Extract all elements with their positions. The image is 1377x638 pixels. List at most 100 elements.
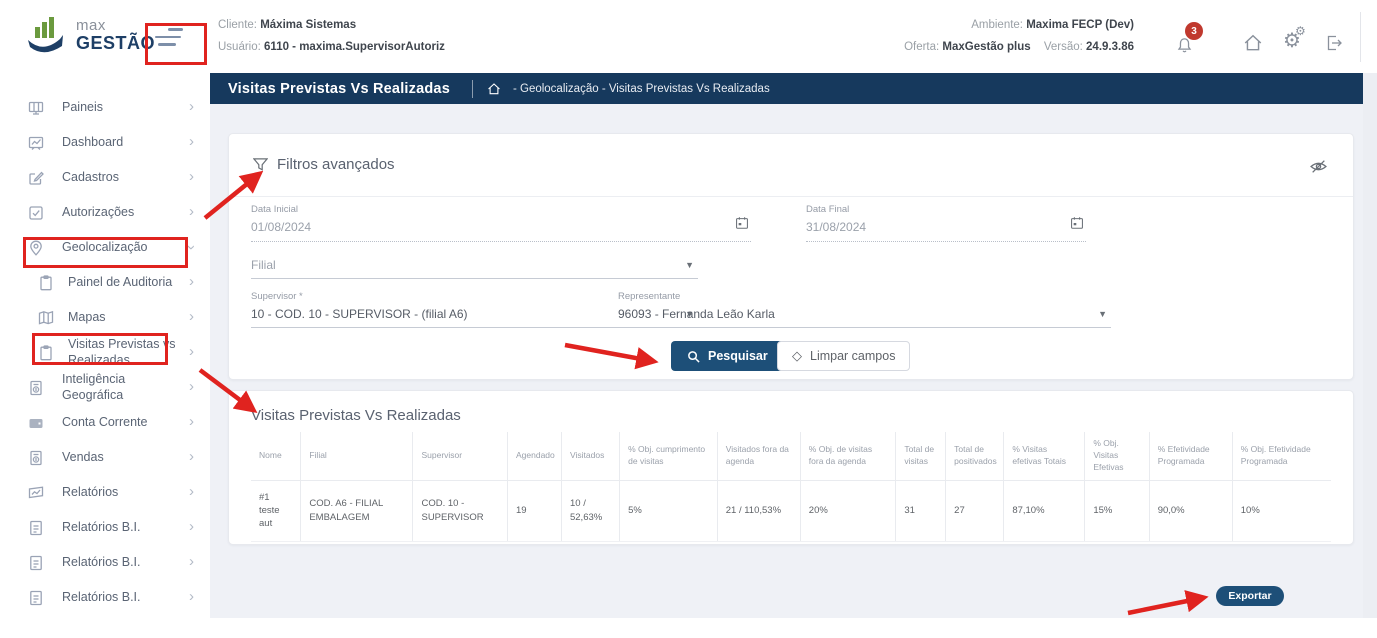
column-header: Filial [301, 432, 413, 480]
sidebar-item-label: Inteligência Geográfica [62, 372, 189, 403]
menu-toggle-button[interactable] [155, 28, 187, 46]
chevron-right-icon: › [189, 134, 194, 149]
versao-label: Versão: [1044, 41, 1083, 53]
ambiente-value: Maxima FECP (Dev) [1026, 19, 1134, 31]
chevron-right-icon: › [189, 589, 194, 604]
sidebar-item-mapas[interactable]: Mapas› [0, 300, 210, 335]
app-root: max GESTÃO Cliente: Máxima Sistemas Usuá… [0, 0, 1377, 638]
sidebar-item-relatorios-bi-1[interactable]: Relatórios B.I.› [0, 510, 210, 545]
settings-button[interactable]: ⚙⚙ [1283, 28, 1301, 53]
sidebar-item-label: Relatórios B.I. [62, 520, 189, 536]
chevron-right-icon: › [189, 204, 194, 219]
representante-value: 96093 - Fernanda Leão Karla [618, 307, 1111, 321]
eraser-icon: ◇ [792, 348, 802, 364]
sidebar-item-autorizacoes[interactable]: Autorizações› [0, 195, 210, 230]
table-cell: 21 / 110,53% [717, 480, 800, 541]
sidebar-item-label: Dashboard [62, 135, 189, 151]
data-final-label: Data Final [806, 204, 1086, 215]
eye-off-icon[interactable] [1310, 158, 1327, 175]
column-header: % Obj. Efetividade Programada [1232, 432, 1331, 480]
table-cell: 20% [800, 480, 896, 541]
limpar-campos-button[interactable]: ◇ Limpar campos [777, 341, 910, 371]
pesquisar-button[interactable]: Pesquisar [671, 341, 784, 371]
representante-select[interactable]: Representante 96093 - Fernanda Leão Karl… [618, 291, 1111, 328]
scrollbar-track[interactable] [1363, 73, 1377, 618]
sidebar-item-geolocalizacao[interactable]: Geolocalização› [0, 230, 210, 265]
column-header: % Visitas efetivas Totais [1004, 432, 1085, 480]
sidebar-item-label: Conta Corrente [62, 415, 189, 431]
sidebar-item-dashboard[interactable]: Dashboard› [0, 125, 210, 160]
sidebar-item-cadastros[interactable]: Cadastros› [0, 160, 210, 195]
clip-icon [38, 275, 54, 291]
column-header: Total de visitas [896, 432, 946, 480]
filial-select[interactable]: Filial ▼ [251, 258, 698, 279]
filters-title: Filtros avançados [277, 156, 395, 173]
sidebar-item-label: Relatórios [62, 485, 189, 501]
clip-icon [38, 345, 54, 361]
sidebar-item-visitas-previstas-vs-realizadas[interactable]: Visitas Previstas vs Realizadas› [0, 335, 210, 370]
table-cell: 90,0% [1149, 480, 1232, 541]
data-inicial-value: 01/08/2024 [251, 220, 751, 234]
breadcrumb-home-icon[interactable] [487, 82, 501, 96]
table-cell: COD. A6 - FILIAL EMBALAGEM [301, 480, 413, 541]
sidebar-item-label: Vendas [62, 450, 189, 466]
data-inicial-label: Data Inicial [251, 204, 751, 215]
sidebar-item-label: Relatórios B.I. [62, 555, 189, 571]
sidebar-menu: Paineis›Dashboard›Cadastros›Autorizações… [0, 90, 210, 615]
chevron-right-icon: › [189, 99, 194, 114]
chevron-right-icon: › [189, 379, 194, 394]
table-cell: 15% [1085, 480, 1149, 541]
table-header-row: NomeFilialSupervisorAgendadoVisitados% O… [251, 432, 1331, 480]
panels-icon [28, 100, 44, 116]
logo-text-max: max [76, 18, 155, 33]
chevron-right-icon: › [189, 274, 194, 289]
sidebar-item-inteligencia-geografica[interactable]: Inteligência Geográfica› [0, 370, 210, 405]
logo-text-gestao: GESTÃO [76, 34, 155, 52]
sidebar-item-relatorios-bi-2[interactable]: Relatórios B.I.› [0, 545, 210, 580]
sidebar-item-paineis[interactable]: Paineis› [0, 90, 210, 125]
calendar-icon[interactable] [735, 216, 749, 230]
docmoney-icon [28, 450, 44, 466]
page-title: Visitas Previstas Vs Realizadas [228, 81, 450, 97]
filters-header: Filtros avançados [229, 134, 1353, 197]
calendar-icon[interactable] [1070, 216, 1084, 230]
sidebar-item-conta-corrente[interactable]: Conta Corrente› [0, 405, 210, 440]
filter-funnel-icon [253, 157, 268, 172]
table-cell: 10% [1232, 480, 1331, 541]
notifications-button[interactable]: 3 [1176, 22, 1210, 54]
chevron-right-icon: › [189, 309, 194, 324]
gear-small-icon: ⚙ [1295, 24, 1306, 38]
chevron-right-icon: › [189, 484, 194, 499]
user-label: Usuário: [218, 41, 261, 53]
environment-info: Ambiente: Maxima FECP (Dev) Oferta: MaxG… [904, 15, 1134, 59]
home-button[interactable] [1243, 33, 1263, 58]
representante-label: Representante [618, 291, 1111, 302]
sidebar-item-relatorios[interactable]: Relatórios› [0, 475, 210, 510]
column-header: Nome [251, 432, 301, 480]
exportar-button[interactable]: Exportar [1216, 586, 1284, 606]
table-row: #1 teste autCOD. A6 - FILIAL EMBALAGEMCO… [251, 480, 1331, 541]
sidebar-item-vendas[interactable]: Vendas› [0, 440, 210, 475]
sidebar-item-label: Cadastros [62, 170, 189, 186]
sidebar-item-relatorios-bi-3[interactable]: Relatórios B.I.› [0, 580, 210, 615]
column-header: Total de positivados [946, 432, 1004, 480]
column-header: % Obj. cumprimento de visitas [620, 432, 718, 480]
data-inicial-field[interactable]: Data Inicial 01/08/2024 [251, 204, 751, 242]
report-icon [28, 485, 44, 501]
doc-icon [28, 555, 44, 571]
oferta-label: Oferta: [904, 41, 939, 53]
logout-button[interactable] [1325, 34, 1343, 57]
sidebar-item-label: Geolocalização [62, 240, 189, 256]
doc-icon [28, 590, 44, 606]
header-divider [1360, 12, 1361, 62]
data-final-field[interactable]: Data Final 31/08/2024 [806, 204, 1086, 242]
column-header: Visitados [561, 432, 619, 480]
chevron-right-icon: › [189, 449, 194, 464]
oferta-value: MaxGestão plus [942, 41, 1030, 53]
dash-icon [28, 135, 44, 151]
table-cell: 87,10% [1004, 480, 1085, 541]
chevron-right-icon: › [189, 519, 194, 534]
sidebar-item-label: Relatórios B.I. [62, 590, 189, 606]
client-info: Cliente: Máxima Sistemas Usuário: 6110 -… [218, 15, 445, 59]
sidebar-item-painel-de-auditoria[interactable]: Painel de Auditoria› [0, 265, 210, 300]
